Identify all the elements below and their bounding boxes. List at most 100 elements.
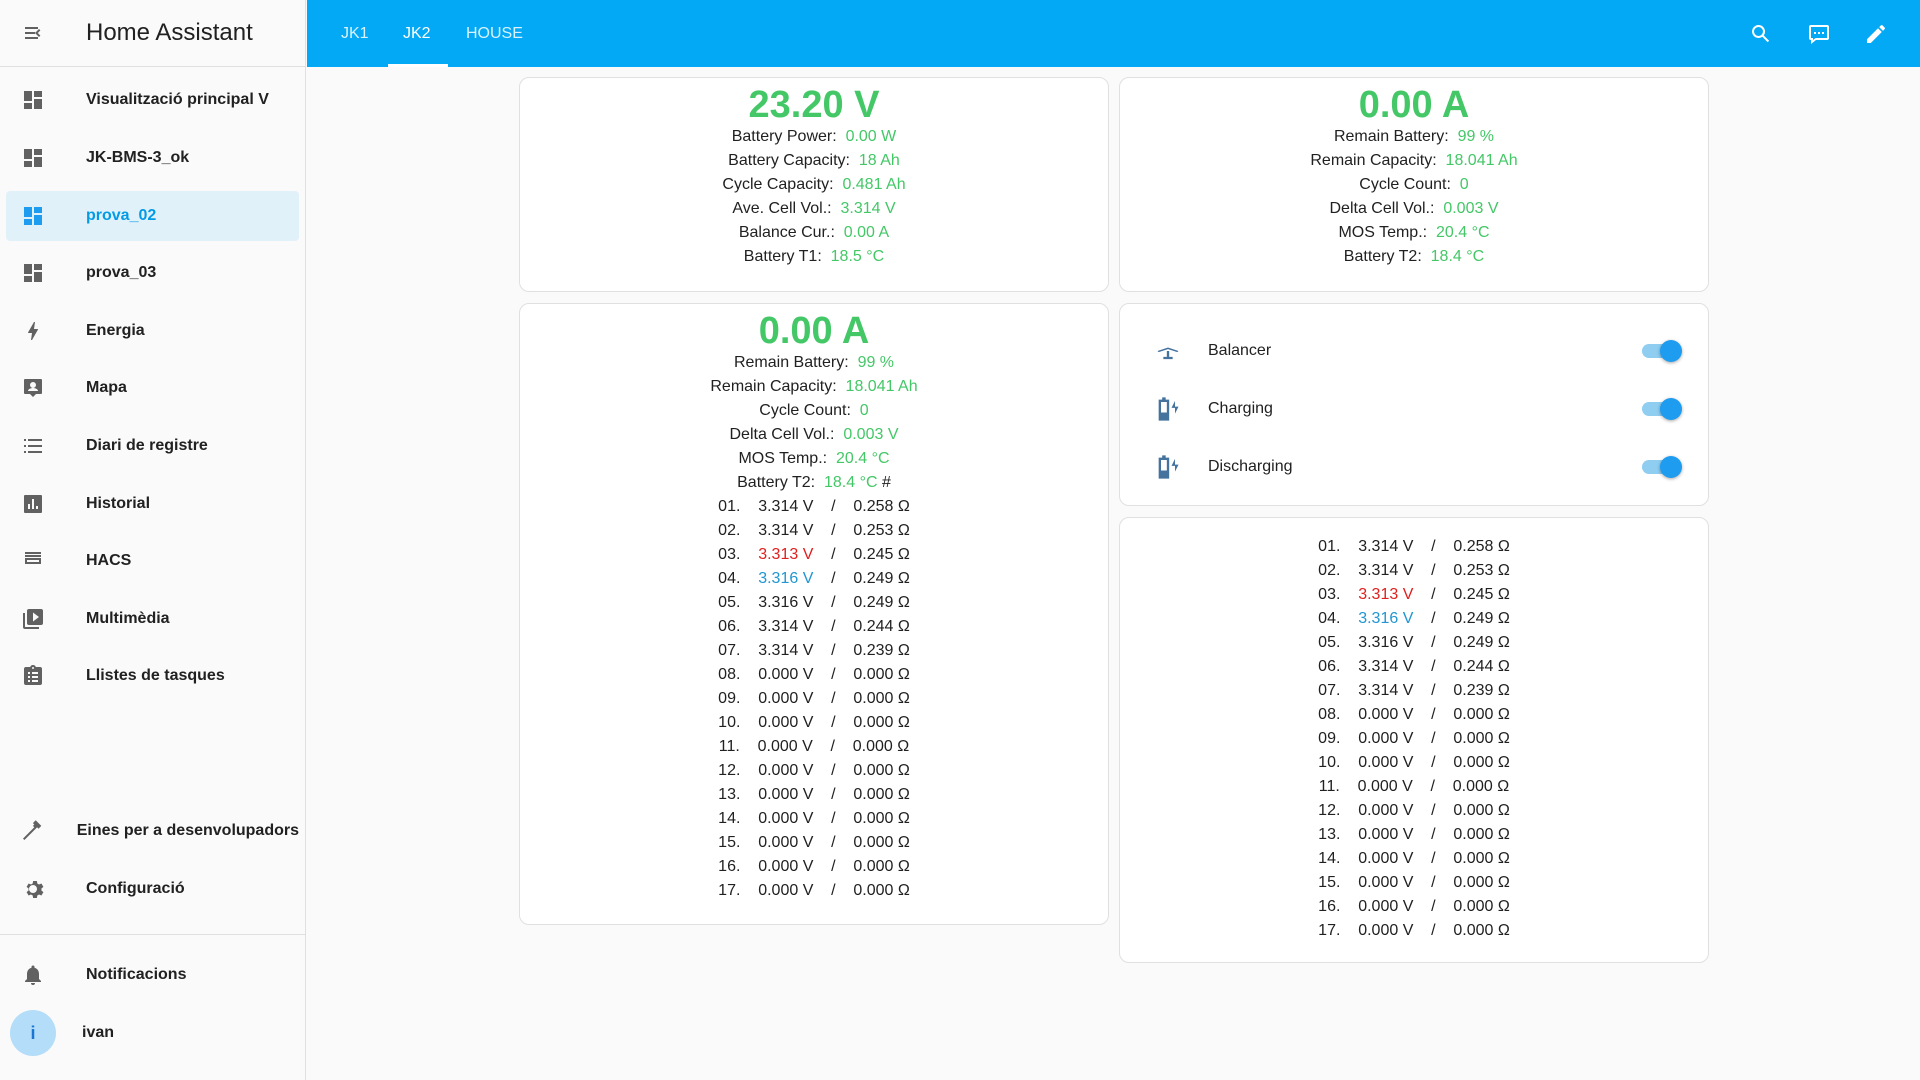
stat-value: 0.00 A — [843, 224, 890, 241]
sidebar-item-mapa[interactable]: Mapa — [6, 363, 299, 413]
sidebar-item-jk-bms-3-ok[interactable]: JK-BMS-3_ok — [6, 133, 299, 183]
sidebar-item-multimedia[interactable]: Multimèdia — [6, 594, 299, 644]
cell-separator: / — [831, 690, 836, 707]
gear-icon — [26, 881, 44, 898]
list-icon — [24, 439, 42, 453]
sidebar-item-label: Eines per a desenvolupadors — [76, 822, 299, 839]
sidebar-item-visualitzacio-principal-v[interactable]: Visualització principal V — [6, 75, 299, 125]
cell-voltage: 3.316 V — [758, 594, 814, 611]
cell-index: 04. — [718, 570, 741, 587]
battery-summary-card: 23.20 V Battery Power: 0.00 W Battery Cap… — [519, 77, 1109, 292]
tab-house[interactable]: HOUSE — [466, 0, 523, 67]
search-button[interactable] — [1741, 14, 1781, 54]
cell-voltage: 0.000 V — [1357, 778, 1413, 795]
stat-label: Cycle Count: — [759, 402, 851, 419]
cell-separator: / — [1431, 634, 1436, 651]
cell-voltage: 0.000 V — [758, 858, 814, 875]
cell-index: 03. — [1318, 586, 1341, 603]
cell-index: 12. — [1318, 802, 1341, 819]
media-icon-wrap — [6, 607, 58, 631]
sidebar-item-label: Energia — [86, 322, 145, 339]
cell-resistance: 0.000 Ω — [1453, 850, 1510, 867]
cell-separator: / — [831, 618, 836, 635]
cell-index: 04. — [1318, 610, 1341, 627]
stat-value: 18 Ah — [858, 152, 900, 169]
cell-index: 16. — [1318, 898, 1341, 915]
sidebar-item-energia[interactable]: Energia — [6, 306, 299, 356]
switch-row-discharging: Discharging — [1120, 438, 1708, 496]
sidebar-item-user[interactable]: i ivan — [6, 1008, 299, 1058]
assist-button[interactable] — [1799, 14, 1839, 54]
sidebar-item-prova-02[interactable]: prova_02 — [6, 191, 299, 241]
sidebar-item-llistes-de-tasques[interactable]: Llistes de tasques — [6, 651, 299, 701]
stat-row: Battery T2: 18.4 °C — [1120, 245, 1708, 269]
stat-label: Battery Capacity: — [728, 152, 850, 169]
cell-separator: / — [1431, 802, 1436, 819]
stat-value: 3.314 V — [840, 200, 896, 217]
cell-row: 02. 3.314 V / 0.253 Ω — [520, 519, 1108, 543]
cell-index: 06. — [718, 618, 741, 635]
sidebar-item-notifications[interactable]: Notificacions — [6, 950, 299, 1000]
cell-row: 12. 0.000 V / 0.000 Ω — [1120, 799, 1708, 823]
cell-resistance: 0.245 Ω — [1453, 586, 1510, 603]
tab-jk1[interactable]: JK1 — [341, 0, 369, 67]
toggle-discharging[interactable] — [1640, 454, 1684, 480]
battery-status-list: Remain Battery: 99 % Remain Capacity: 18.… — [1120, 125, 1708, 269]
cell-separator: / — [1431, 898, 1436, 915]
cell-index: 02. — [1318, 562, 1341, 579]
menu-icon[interactable] — [22, 21, 46, 45]
stat-label: Battery T2: — [737, 474, 816, 491]
cell-row: 14. 0.000 V / 0.000 Ω — [1120, 847, 1708, 871]
tab-label: JK2 — [403, 24, 431, 42]
cell-voltage: 0.000 V — [758, 834, 814, 851]
stat-label: MOS Temp.: — [1338, 224, 1428, 241]
hacs-icon — [25, 552, 41, 564]
cell-voltage: 0.000 V — [1358, 730, 1414, 747]
stat-value: 18.041 Ah — [1445, 152, 1518, 169]
cell-row: 17. 0.000 V / 0.000 Ω — [1120, 919, 1708, 943]
sidebar-item-label: Visualització principal V — [86, 91, 269, 108]
cell-separator: / — [1431, 562, 1436, 579]
sidebar-item-configuracio[interactable]: Configuració — [6, 864, 299, 914]
cell-voltage: 0.000 V — [757, 738, 813, 755]
menu-button[interactable] — [0, 0, 67, 67]
sidebar-item-prova-03[interactable]: prova_03 — [6, 248, 299, 298]
hammer-icon-wrap — [6, 819, 49, 843]
cell-resistance: 0.258 Ω — [1453, 538, 1510, 555]
stat-label: Cycle Count: — [1359, 176, 1451, 193]
cell-resistance: 0.245 Ω — [853, 546, 910, 563]
battery-charging-icon-wrap — [1148, 395, 1188, 423]
stat-label: Balance Cur.: — [738, 224, 835, 241]
stat-label: MOS Temp.: — [738, 450, 828, 467]
battery-cells-card: 0.00 A Remain Battery: 99 % Remain Capaci… — [519, 303, 1109, 925]
cell-resistance: 0.249 Ω — [1453, 634, 1510, 651]
battery-status-card: 0.00 A Remain Battery: 99 % Remain Capaci… — [1119, 77, 1709, 292]
cell-resistance: 0.000 Ω — [853, 666, 910, 683]
switch-card: Balancer Charging Discharging — [1119, 303, 1709, 506]
tab-jk2[interactable]: JK2 — [403, 0, 431, 67]
cell-voltage: 0.000 V — [758, 690, 814, 707]
sidebar-item-eines-per-a-desenvolupadors[interactable]: Eines per a desenvolupadors — [6, 806, 299, 856]
sidebar-item-hacs[interactable]: HACS — [6, 536, 299, 586]
cell-row: 08. 0.000 V / 0.000 Ω — [1120, 703, 1708, 727]
sidebar-item-historial[interactable]: Historial — [6, 479, 299, 529]
stat-value: 0.003 V — [1443, 200, 1499, 217]
toggle-balancer[interactable] — [1640, 338, 1684, 364]
dashboard-icon — [24, 207, 42, 225]
sidebar-item-label: Llistes de tasques — [86, 667, 225, 684]
sidebar-item-diari-de-registre[interactable]: Diari de registre — [6, 421, 299, 471]
toggle-charging[interactable] — [1640, 396, 1684, 422]
edit-button[interactable] — [1856, 14, 1896, 54]
cell-separator: / — [830, 738, 835, 755]
tab-label: HOUSE — [466, 24, 523, 42]
cell-index: 01. — [718, 498, 741, 515]
cell-index: 08. — [1318, 706, 1341, 723]
cell-voltage: 0.000 V — [1358, 922, 1414, 939]
cell-row: 17. 0.000 V / 0.000 Ω — [520, 879, 1108, 903]
battery-summary-list: Battery Power: 0.00 W Battery Capacity: 1… — [520, 125, 1108, 269]
cell-resistance: 0.249 Ω — [853, 570, 910, 587]
cell-row: 16. 0.000 V / 0.000 Ω — [520, 855, 1108, 879]
stat-row: Ave. Cell Vol.: 3.314 V — [520, 197, 1108, 221]
cell-voltage: 0.000 V — [1358, 802, 1414, 819]
cell-voltage-card: 01. 3.314 V / 0.258 Ω 02. 3.314 V / 0.253… — [1119, 517, 1709, 963]
